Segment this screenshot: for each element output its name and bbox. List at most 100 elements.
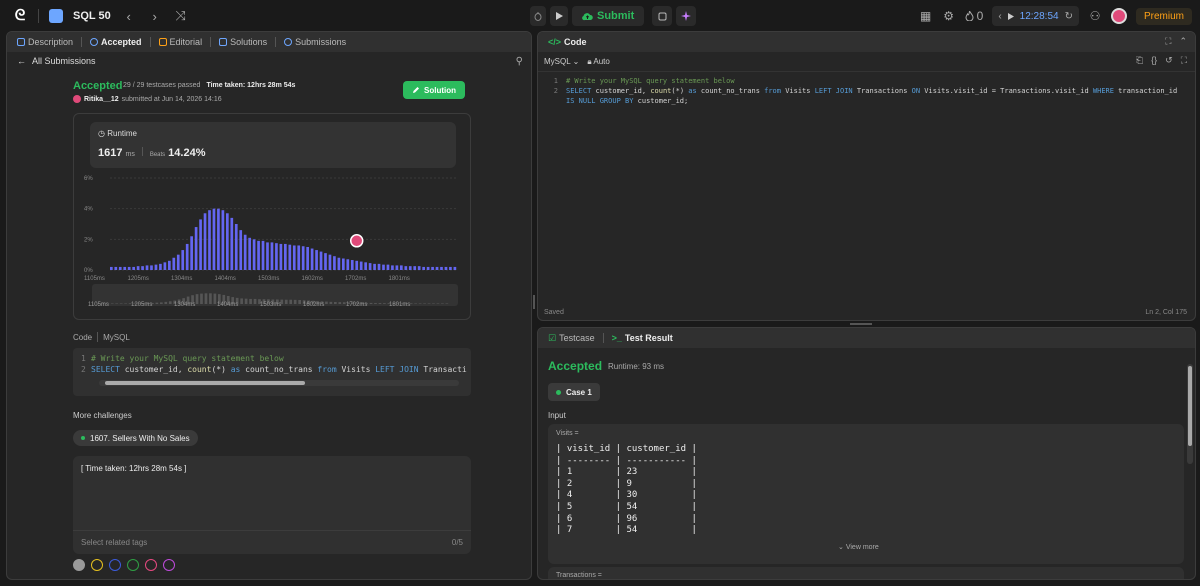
panel-resize-handle[interactable]: [850, 323, 872, 325]
chart-bar[interactable]: [342, 258, 345, 271]
chart-bar[interactable]: [150, 265, 153, 270]
leet-ai-button[interactable]: [676, 6, 697, 26]
chart-bar[interactable]: [284, 243, 287, 270]
code-editor[interactable]: 1 # Write your MySQL query statement belo…: [544, 76, 1184, 106]
streak-counter[interactable]: 0: [965, 9, 983, 23]
chart-bar[interactable]: [118, 266, 122, 270]
chart-bar[interactable]: [203, 213, 207, 270]
problem-list-icon[interactable]: [49, 9, 63, 23]
tab-accepted[interactable]: Accepted: [86, 37, 146, 47]
chart-bar[interactable]: [377, 263, 381, 270]
chart-bar[interactable]: [315, 250, 318, 270]
tags-select[interactable]: Select related tags: [81, 538, 147, 547]
chart-bar[interactable]: [217, 208, 220, 270]
color-dot-2[interactable]: [109, 559, 121, 571]
chart-bar[interactable]: [136, 266, 140, 270]
chart-bar[interactable]: [301, 246, 305, 270]
auto-mode[interactable]: 🔒︎ Auto: [587, 57, 610, 67]
chart-bar[interactable]: [350, 260, 354, 270]
timer-collapse-icon[interactable]: ‹: [998, 11, 1001, 22]
debug-button[interactable]: [530, 6, 546, 26]
chart-bar[interactable]: [270, 242, 274, 270]
chart-bar[interactable]: [194, 227, 198, 270]
code-tab[interactable]: </> Code: [544, 37, 591, 47]
chart-bar[interactable]: [168, 260, 171, 270]
chart-bar[interactable]: [176, 254, 180, 270]
chart-bar[interactable]: [328, 254, 332, 270]
chart-bar[interactable]: [145, 265, 149, 270]
chart-bar[interactable]: [181, 250, 185, 270]
chart-bar[interactable]: [453, 266, 457, 270]
chart-bar[interactable]: [163, 262, 167, 270]
link-icon[interactable]: ⚲: [516, 56, 523, 67]
chart-bar[interactable]: [159, 263, 162, 270]
color-dot-4[interactable]: [145, 559, 157, 571]
reset-icon[interactable]: ↺: [1165, 55, 1173, 66]
chart-bar[interactable]: [266, 242, 269, 270]
tab-test-result[interactable]: >_ Test Result: [608, 333, 677, 343]
chart-bar[interactable]: [248, 237, 251, 270]
chart-bar[interactable]: [413, 266, 417, 270]
language-select[interactable]: MySQL ⌄: [544, 57, 579, 66]
chart-bar[interactable]: [355, 260, 359, 270]
next-problem-icon[interactable]: ›: [147, 9, 163, 24]
chart-bar[interactable]: [199, 219, 202, 270]
chart-bar[interactable]: [185, 243, 189, 270]
chart-bar[interactable]: [261, 240, 265, 270]
challenge-chip[interactable]: 1607. Sellers With No Sales: [73, 430, 198, 446]
chart-bar[interactable]: [239, 230, 243, 270]
chart-bar[interactable]: [404, 266, 408, 270]
chart-bar[interactable]: [395, 265, 399, 270]
chart-bar[interactable]: [114, 266, 118, 270]
chart-bar[interactable]: [431, 266, 434, 270]
fullscreen-icon[interactable]: ⛶: [1181, 55, 1187, 66]
scroll-thumb[interactable]: [105, 381, 305, 385]
chart-bar[interactable]: [275, 243, 278, 270]
chart-bar[interactable]: [132, 266, 135, 270]
chart-bar[interactable]: [391, 265, 394, 270]
submit-button[interactable]: Submit: [572, 6, 645, 26]
chart-bar[interactable]: [346, 259, 350, 270]
view-more-button[interactable]: ⌄ View more: [838, 543, 879, 551]
reset-icon[interactable]: ↻: [1065, 11, 1073, 22]
chart-bar[interactable]: [226, 213, 229, 270]
back-to-submissions[interactable]: ← All Submissions: [17, 56, 96, 66]
settings-gear-icon[interactable]: ⚙: [942, 9, 956, 23]
chart-bar[interactable]: [435, 266, 439, 270]
leetcode-logo[interactable]: ᘓ: [12, 7, 28, 25]
runtime-distribution-chart[interactable]: 6% 4% 2% 0% 1105ms 1205ms 1304ms 1404ms 1503ms 16…: [82, 172, 464, 317]
chart-bar[interactable]: [333, 256, 336, 270]
chart-bar[interactable]: [306, 247, 309, 270]
chart-bar[interactable]: [386, 264, 390, 270]
case-tab-1[interactable]: Case 1: [548, 383, 600, 401]
tab-submissions[interactable]: Submissions: [280, 37, 350, 47]
chart-bar[interactable]: [212, 208, 216, 270]
username[interactable]: Ritika__12: [84, 96, 119, 103]
chart-bar[interactable]: [444, 266, 448, 270]
color-dot-0[interactable]: [73, 559, 85, 571]
chart-bar[interactable]: [368, 263, 372, 270]
chart-bar[interactable]: [279, 243, 283, 270]
shuffle-icon[interactable]: ⤨: [173, 8, 189, 24]
chart-bar[interactable]: [359, 261, 363, 270]
chart-bar[interactable]: [234, 224, 238, 270]
chart-bar[interactable]: [426, 266, 430, 270]
user-avatar[interactable]: [73, 95, 81, 103]
solution-button[interactable]: Solution: [403, 81, 465, 99]
tab-description[interactable]: Description: [13, 37, 77, 47]
chart-bar[interactable]: [190, 236, 193, 270]
your-submission-marker[interactable]: [349, 234, 364, 248]
bookmark-icon[interactable]: ⎗: [1136, 55, 1143, 66]
chart-bar[interactable]: [292, 245, 296, 270]
chart-bar[interactable]: [373, 263, 376, 270]
notes-button[interactable]: [652, 6, 673, 26]
chart-bar[interactable]: [319, 251, 323, 270]
chart-bar[interactable]: [288, 244, 292, 270]
chart-bar[interactable]: [110, 266, 113, 270]
add-friend-icon[interactable]: ⚇: [1088, 9, 1102, 23]
scroll-thumb[interactable]: [1188, 366, 1192, 446]
braces-icon[interactable]: {}: [1151, 55, 1157, 66]
horizontal-scrollbar[interactable]: [99, 380, 459, 386]
chart-bar[interactable]: [324, 253, 327, 270]
chart-bar[interactable]: [172, 257, 176, 270]
